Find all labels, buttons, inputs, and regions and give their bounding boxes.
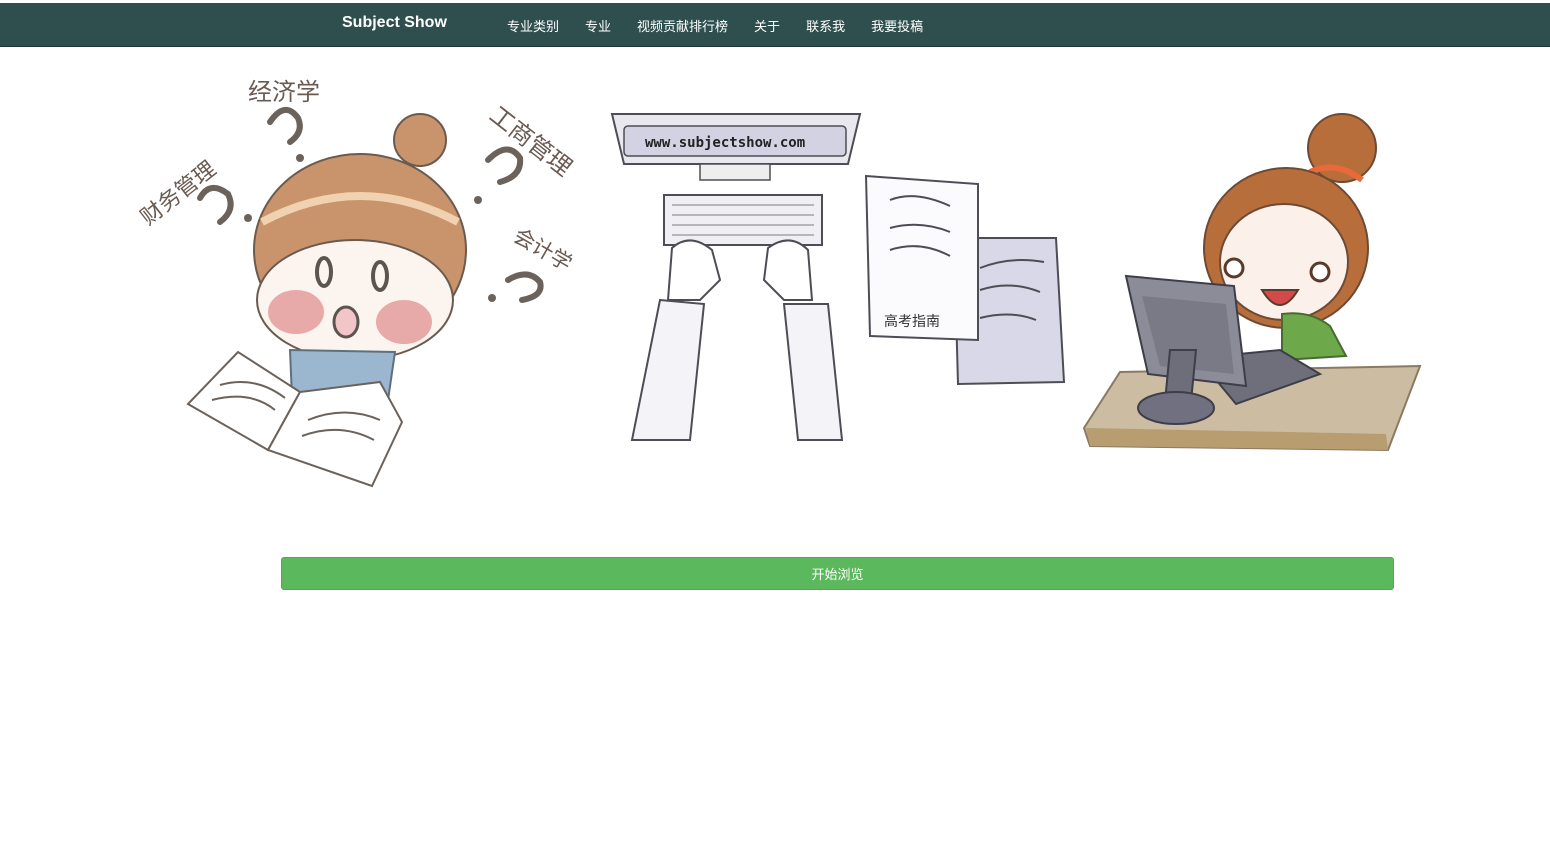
question-label-business: 工商管理 — [484, 101, 577, 182]
start-browsing-button[interactable]: 开始浏览 — [281, 557, 1394, 590]
nav-item-majors[interactable]: 专业 — [572, 3, 624, 46]
nav-item-submit[interactable]: 我要投稿 — [858, 3, 936, 46]
question-mark-icon — [485, 146, 524, 185]
confused-girl-illustration: 经济学 财务管理 工商管理 会计学 — [136, 78, 577, 488]
nav-item-contact[interactable]: 联系我 — [793, 3, 858, 46]
question-mark-icon — [267, 107, 303, 145]
question-mark-icon — [505, 271, 544, 303]
notebook-title-text: 高考指南 — [884, 313, 940, 330]
nav-item-video-ranking[interactable]: 视频贡献排行榜 — [624, 3, 741, 46]
nav-menu: 专业类别 专业 视频贡献排行榜 关于 联系我 我要投稿 — [494, 3, 936, 46]
question-label-finance: 财务管理 — [136, 157, 221, 231]
girl-at-computer-illustration — [1082, 113, 1422, 452]
question-label-economics: 经济学 — [248, 78, 320, 106]
hero-illustration: 经济学 财务管理 工商管理 会计学 www.subjectshow.com 高考… — [136, 78, 1422, 488]
computer-illustration: www.subjectshow.com 高考指南 — [610, 113, 1066, 441]
monitor-url-text: www.subjectshow.com — [645, 135, 805, 151]
top-navbar: Subject Show 专业类别 专业 视频贡献排行榜 关于 联系我 我要投稿 — [0, 3, 1550, 47]
question-label-accounting: 会计学 — [510, 224, 577, 276]
question-mark-icon — [197, 185, 234, 225]
nav-item-about[interactable]: 关于 — [741, 3, 793, 46]
nav-item-categories[interactable]: 专业类别 — [494, 3, 572, 46]
brand-link[interactable]: Subject Show — [342, 14, 447, 32]
